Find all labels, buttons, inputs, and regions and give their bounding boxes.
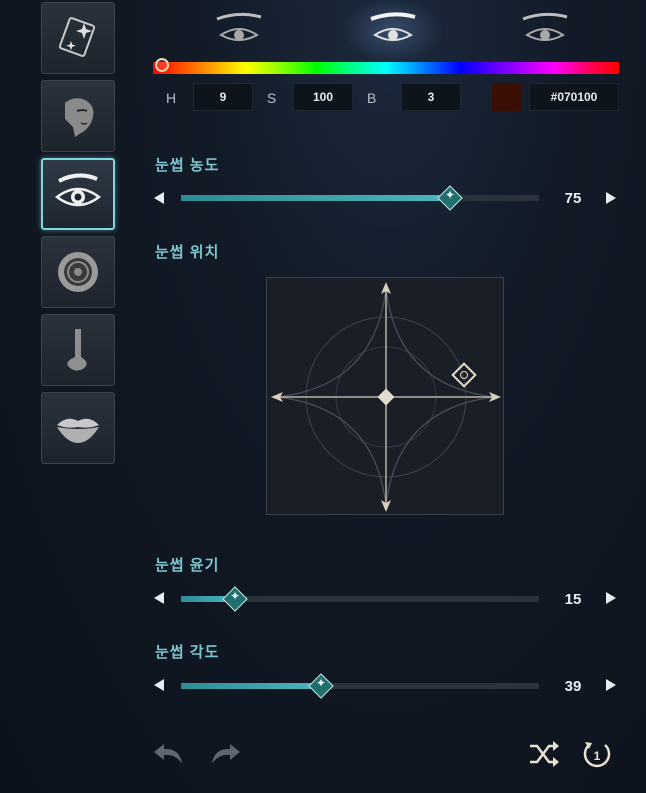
sparkle-card-icon — [58, 17, 96, 57]
density-value: 75 — [564, 190, 582, 207]
density-slider[interactable] — [181, 185, 539, 211]
position-pad[interactable] — [266, 277, 504, 515]
angle-value: 39 — [564, 678, 582, 695]
brightness-label: B — [367, 90, 377, 106]
redo-icon[interactable] — [206, 738, 244, 770]
density-increase-arrow-icon[interactable] — [606, 192, 616, 204]
nose-icon — [67, 329, 87, 371]
saturation-label: S — [267, 90, 277, 106]
shine-knob[interactable] — [221, 586, 248, 612]
hue-spectrum-bar[interactable] — [153, 62, 619, 74]
position-title: 눈썹 위치 — [155, 244, 220, 261]
shine-value: 15 — [564, 591, 582, 608]
lips-icon — [57, 418, 99, 443]
brightness-field[interactable]: 3 — [401, 83, 461, 111]
density-title: 눈썹 농도 — [155, 157, 220, 174]
shine-increase-arrow-icon[interactable] — [606, 592, 616, 604]
hue-field[interactable]: 9 — [193, 83, 253, 111]
angle-title: 눈썹 각도 — [155, 644, 220, 661]
sidebar-item-nose[interactable] — [41, 314, 115, 386]
shine-decrease-arrow-icon[interactable] — [154, 592, 164, 604]
hue-label: H — [166, 90, 177, 106]
hue-marker[interactable] — [155, 58, 169, 72]
shuffle-icon[interactable] — [527, 738, 561, 770]
angle-fill — [181, 683, 321, 689]
eyebrow-thumb-icon — [370, 12, 416, 41]
sidebar-item-presets[interactable] — [41, 2, 115, 74]
reset-icon[interactable]: 1 — [580, 738, 614, 772]
sidebar-item-eyebrow[interactable] — [41, 158, 115, 230]
sidebar-item-lips[interactable] — [41, 392, 115, 464]
shine-title: 눈썹 윤기 — [155, 557, 220, 574]
angle-increase-arrow-icon[interactable] — [606, 679, 616, 691]
eyebrow-preset-2[interactable] — [338, 0, 448, 66]
eyebrow-preset-3[interactable] — [510, 8, 580, 52]
sidebar-item-face[interactable] — [41, 80, 115, 152]
eye-eyebrow-icon — [54, 173, 102, 207]
eyebrow-thumb-icon — [216, 12, 262, 41]
eyebrow-thumb-icon — [522, 12, 568, 41]
sidebar-item-iris[interactable] — [41, 236, 115, 308]
angle-knob[interactable] — [307, 673, 334, 699]
iris-icon — [58, 252, 98, 292]
density-fill — [181, 195, 450, 201]
density-knob[interactable] — [436, 185, 463, 211]
density-decrease-arrow-icon[interactable] — [154, 192, 164, 204]
shine-slider[interactable] — [181, 586, 539, 612]
saturation-field[interactable]: 100 — [293, 83, 353, 111]
svg-text:1: 1 — [594, 749, 601, 763]
eyebrow-preset-1[interactable] — [204, 8, 274, 52]
face-profile-icon — [65, 98, 94, 137]
position-handle-core — [458, 369, 470, 381]
angle-decrease-arrow-icon[interactable] — [154, 679, 164, 691]
undo-icon[interactable] — [150, 738, 188, 770]
hex-field[interactable]: #070100 — [529, 83, 619, 111]
position-grid-icon — [271, 282, 501, 512]
color-swatch — [492, 83, 522, 111]
angle-slider[interactable] — [181, 673, 539, 699]
